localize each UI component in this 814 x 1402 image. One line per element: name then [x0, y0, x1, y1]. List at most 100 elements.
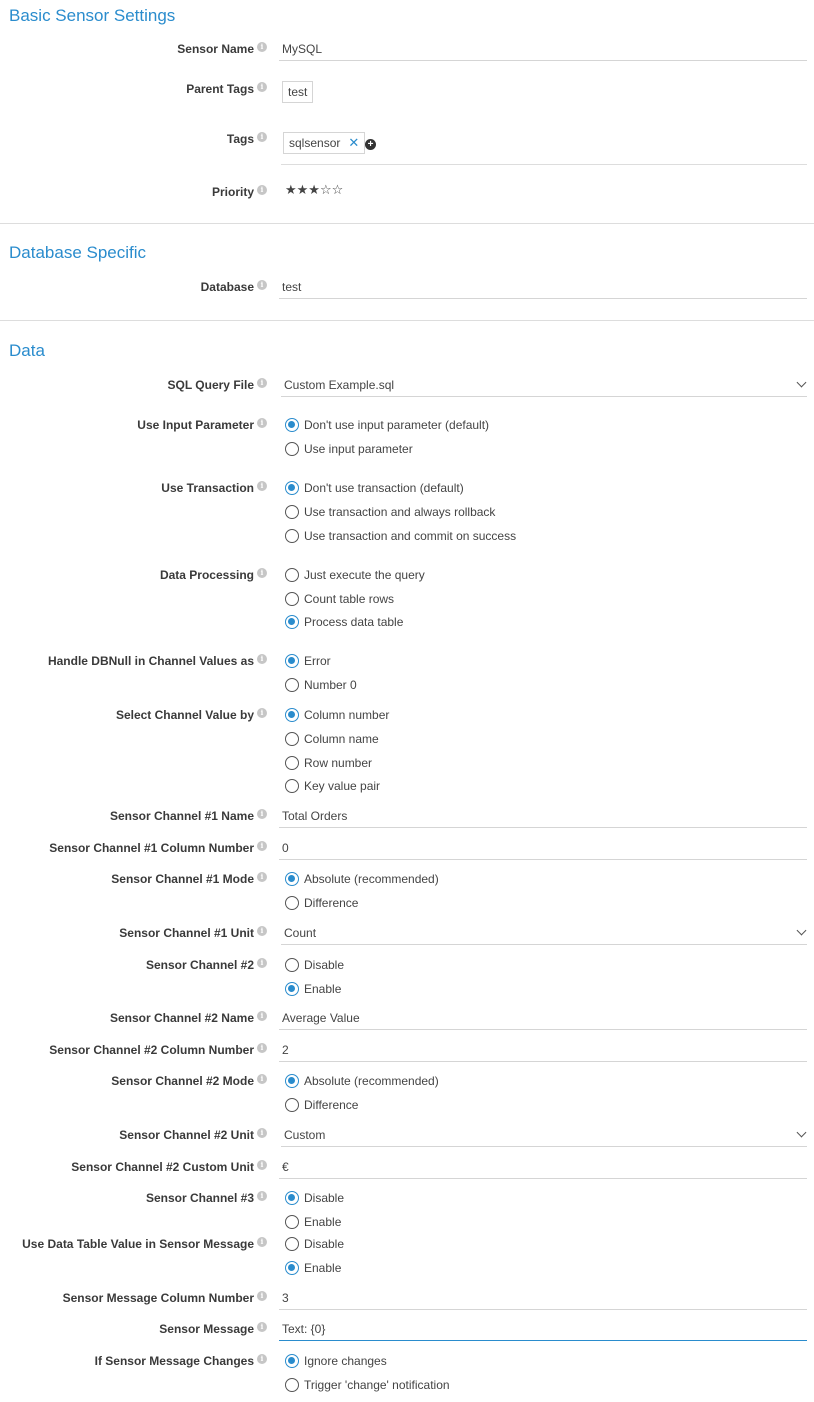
radio-circle — [285, 1261, 299, 1275]
radio-label: Ignore changes — [304, 1354, 387, 1368]
chevron-down-icon — [796, 1127, 807, 1138]
sql-query-file-value: Custom Example.sql — [284, 378, 395, 392]
info-icon[interactable]: i — [257, 654, 267, 664]
radio-circle — [285, 678, 299, 692]
ch2-custom-unit-input[interactable]: € — [279, 1155, 807, 1179]
handle-dbnull-label: Handle DBNull in Channel Values as — [47, 654, 254, 668]
ch1-unit-label: Sensor Channel #1 Unit — [119, 926, 254, 940]
radio-label: Disable — [304, 958, 345, 972]
ch1-name-input[interactable]: Total Orders — [279, 804, 807, 828]
sql-query-file-label: SQL Query File — [167, 378, 254, 392]
radio-label: Don't use transaction (default) — [304, 481, 464, 495]
ch2-custom-unit-label: Sensor Channel #2 Custom Unit — [71, 1160, 254, 1174]
info-icon[interactable]: i — [257, 378, 267, 388]
ch2-name-input[interactable]: Average Value — [279, 1006, 807, 1030]
info-icon[interactable]: i — [257, 708, 267, 718]
ch2-name-label: Sensor Channel #2 Name — [109, 1011, 254, 1025]
radio-circle — [285, 1074, 299, 1088]
ch3-label: Sensor Channel #3 — [145, 1191, 254, 1205]
radio-circle — [285, 732, 299, 746]
radio-label: Difference — [304, 896, 359, 910]
info-icon[interactable]: i — [257, 185, 267, 195]
data-processing-label: Data Processing — [159, 568, 254, 582]
use-dt-msg-label: Use Data Table Value in Sensor Message — [22, 1237, 254, 1251]
ch2-column-input[interactable]: 2 — [279, 1038, 807, 1062]
radio-circle — [285, 505, 299, 519]
msg-column-label: Sensor Message Column Number — [62, 1291, 254, 1305]
radio-circle — [285, 982, 299, 996]
ch2-unit-select[interactable]: Custom — [281, 1123, 807, 1147]
plus-circle-icon[interactable]: + — [365, 139, 376, 150]
priority-stars[interactable]: ★★★☆☆ — [285, 182, 343, 198]
info-icon[interactable]: i — [257, 1291, 267, 1301]
info-icon[interactable]: i — [257, 1322, 267, 1332]
info-icon[interactable]: i — [257, 568, 267, 578]
radio-circle — [285, 1098, 299, 1112]
info-icon[interactable]: i — [257, 872, 267, 882]
use-transaction-label: Use Transaction — [161, 481, 254, 495]
section-divider — [0, 223, 814, 224]
ch1-unit-value: Count — [284, 926, 317, 940]
ch1-column-input[interactable]: 0 — [279, 836, 807, 860]
radio-circle — [285, 529, 299, 543]
radio-label: Enable — [304, 1215, 342, 1229]
section-title-database: Database Specific — [9, 243, 147, 262]
radio-label: Disable — [304, 1237, 345, 1251]
radio-label: Use transaction and commit on success — [304, 529, 517, 543]
radio-circle — [285, 418, 299, 432]
info-icon[interactable]: i — [257, 1354, 267, 1364]
tags-field-underline — [281, 164, 807, 165]
info-icon[interactable]: i — [257, 280, 267, 290]
parent-tag: test — [282, 81, 314, 103]
chevron-down-icon — [796, 377, 807, 388]
msg-column-input[interactable]: 3 — [279, 1286, 807, 1310]
info-icon[interactable]: i — [257, 1160, 267, 1170]
sensor-name-label: Sensor Name — [177, 42, 254, 56]
info-icon[interactable]: i — [257, 1191, 267, 1201]
chevron-down-icon — [796, 925, 807, 936]
info-icon[interactable]: i — [257, 926, 267, 936]
ch1-column-label: Sensor Channel #1 Column Number — [49, 841, 254, 855]
radio-label: Column name — [304, 732, 379, 746]
tags-label: Tags — [226, 132, 254, 146]
radio-circle — [285, 756, 299, 770]
info-icon[interactable]: i — [257, 1011, 267, 1021]
info-icon[interactable]: i — [257, 1043, 267, 1053]
info-icon[interactable]: i — [257, 1074, 267, 1084]
info-icon[interactable]: i — [257, 1128, 267, 1138]
ch1-unit-select[interactable]: Count — [281, 921, 807, 945]
info-icon[interactable]: i — [257, 418, 267, 428]
database-input[interactable]: test — [279, 275, 807, 299]
info-icon[interactable]: i — [257, 1237, 267, 1247]
info-icon[interactable]: i — [257, 809, 267, 819]
database-label: Database — [200, 280, 254, 294]
info-icon[interactable]: i — [257, 82, 267, 92]
radio-circle — [285, 958, 299, 972]
radio-circle — [285, 481, 299, 495]
ch2-column-label: Sensor Channel #2 Column Number — [49, 1043, 254, 1057]
radio-label: Enable — [304, 1261, 342, 1275]
close-icon[interactable]: ✕ — [348, 135, 359, 150]
radio-circle — [285, 1191, 299, 1205]
radio-circle — [285, 654, 299, 668]
sensor-name-input[interactable]: MySQL — [279, 37, 807, 61]
parent-tags-label: Parent Tags — [186, 82, 254, 96]
ch2-label: Sensor Channel #2 — [145, 958, 254, 972]
msg-changes-label: If Sensor Message Changes — [94, 1354, 254, 1368]
use-input-parameter-label: Use Input Parameter — [137, 418, 254, 432]
info-icon[interactable]: i — [257, 481, 267, 491]
info-icon[interactable]: i — [257, 958, 267, 968]
radio-label: Disable — [304, 1191, 345, 1205]
radio-circle — [285, 1378, 299, 1392]
radio-circle — [285, 592, 299, 606]
info-icon[interactable]: i — [257, 132, 267, 142]
ch2-unit-label: Sensor Channel #2 Unit — [119, 1128, 254, 1142]
info-icon[interactable]: i — [257, 42, 267, 52]
radio-label: Use transaction and always rollback — [304, 505, 496, 519]
sensor-message-input[interactable]: Text: {0} — [279, 1317, 807, 1341]
radio-label: Absolute (recommended) — [304, 1074, 439, 1088]
info-icon[interactable]: i — [257, 841, 267, 851]
radio-label: Process data table — [304, 615, 404, 629]
radio-circle — [285, 442, 299, 456]
sql-query-file-select[interactable]: Custom Example.sql — [281, 373, 807, 397]
